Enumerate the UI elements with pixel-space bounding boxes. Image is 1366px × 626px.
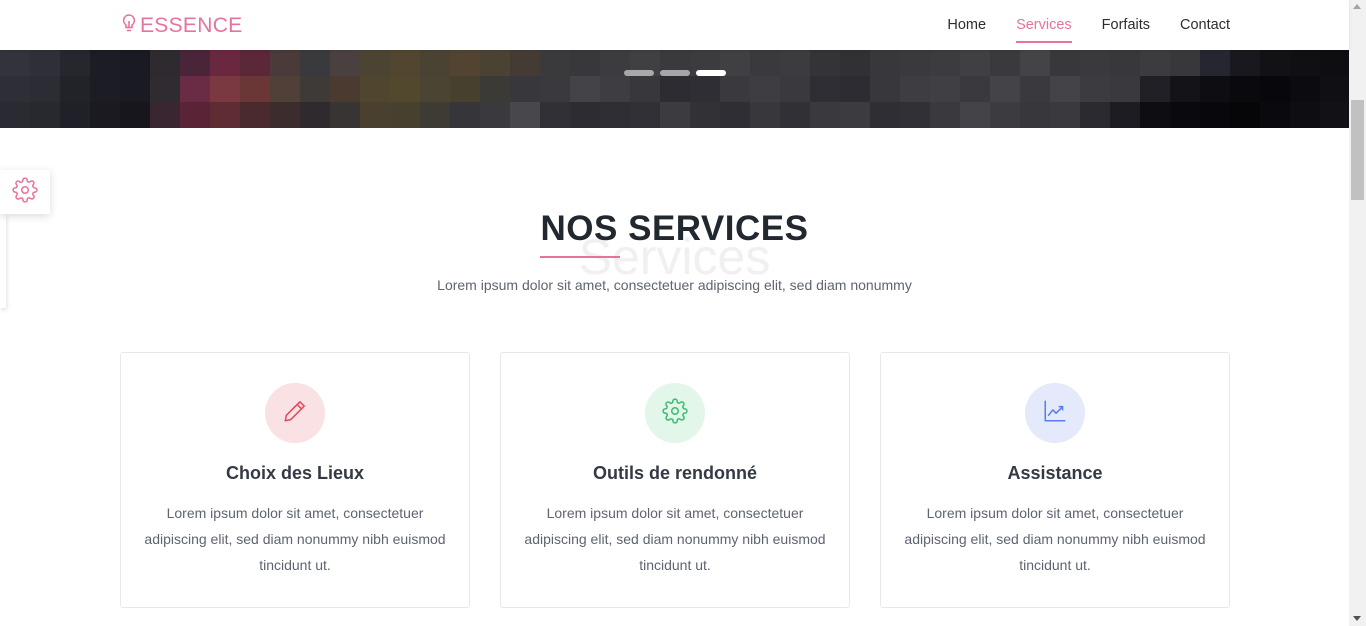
service-icon-circle (645, 383, 705, 443)
service-card-assistance: Assistance Lorem ipsum dolor sit amet, c… (880, 352, 1230, 608)
section-title: NOS SERVICES (540, 209, 809, 248)
settings-toggle-button[interactable] (0, 170, 50, 214)
service-description: Lorem ipsum dolor sit amet, consectetuer… (144, 505, 446, 573)
service-card-lieux: Choix des Lieux Lorem ipsum dolor sit am… (120, 352, 470, 608)
nav-forfaits[interactable]: Forfaits (1102, 17, 1150, 33)
service-icon-circle (1025, 383, 1085, 443)
scroll-thumb[interactable] (1351, 100, 1364, 200)
carousel-dot-1[interactable] (624, 70, 654, 76)
lightbulb-icon (120, 13, 140, 39)
section-subtitle: Lorem ipsum dolor sit amet, consectetuer… (437, 277, 912, 293)
carousel-dot-2[interactable] (660, 70, 690, 76)
service-icon-circle (265, 383, 325, 443)
gear-icon (662, 397, 688, 429)
navbar: ESSENCE Home Services Forfaits Contact (0, 0, 1349, 50)
service-card-outils: Outils de rendonné Lorem ipsum dolor sit… (500, 352, 850, 608)
page-scrollbar[interactable] (1349, 0, 1366, 626)
carousel-indicators (624, 70, 726, 76)
nav-home[interactable]: Home (947, 17, 986, 33)
nav-services[interactable]: Services (1016, 17, 1072, 43)
scroll-down-arrow[interactable] (1353, 616, 1361, 621)
service-title: Assistance (1007, 463, 1103, 483)
service-title: Outils de rendonné (592, 463, 757, 483)
carousel-dot-3[interactable] (696, 70, 726, 76)
hero-carousel (0, 50, 1349, 128)
scroll-up-arrow[interactable] (1353, 4, 1361, 9)
service-description: Lorem ipsum dolor sit amet, consectetuer… (904, 505, 1206, 573)
nav-contact[interactable]: Contact (1180, 17, 1230, 33)
service-description: Lorem ipsum dolor sit amet, consectetuer… (524, 505, 826, 573)
gear-icon (12, 176, 38, 208)
brand-logo[interactable]: ESSENCE (120, 13, 242, 39)
title-underline (540, 256, 620, 258)
chart-line-icon (1042, 398, 1068, 429)
pencil-icon (282, 398, 308, 429)
hero-image (0, 50, 1349, 128)
brand-name: ESSENCE (140, 14, 243, 37)
main-nav: Home Services Forfaits Contact (917, 0, 1230, 50)
service-title: Choix des Lieux (225, 463, 365, 483)
